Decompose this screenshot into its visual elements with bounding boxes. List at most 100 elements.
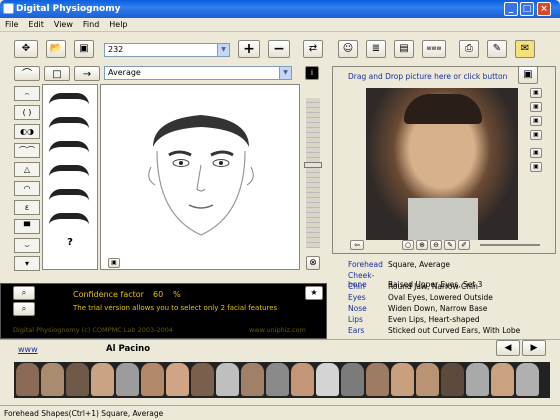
hair-option[interactable] — [49, 213, 89, 225]
beard-feature-button[interactable]: ▾ — [14, 256, 40, 271]
title-bar: Digital Physiognomy — [0, 0, 560, 18]
char-value: Oval Eyes, Lowered Outside — [388, 293, 493, 302]
menu-find[interactable]: Find — [78, 18, 104, 31]
minimize-button[interactable]: _ — [504, 2, 518, 16]
gallery-thumb[interactable] — [366, 363, 389, 396]
tool-icon-6[interactable]: ▣ — [530, 162, 542, 172]
lips-feature-button[interactable]: ◠ — [14, 181, 40, 196]
gallery-thumb[interactable] — [216, 363, 239, 396]
unknown-option[interactable]: ? — [43, 237, 97, 248]
gallery-thumb[interactable] — [116, 363, 139, 396]
remove-button[interactable]: − — [268, 40, 290, 58]
star-icon[interactable]: ★ — [305, 286, 323, 300]
gallery-thumb[interactable] — [466, 363, 489, 396]
face-shape-feature-button[interactable]: ( ) — [14, 105, 40, 120]
face-number-combo[interactable]: 232 ▼ — [104, 43, 230, 57]
zoom-icon[interactable]: ⌕ — [13, 302, 35, 316]
hair-option[interactable] — [49, 93, 89, 105]
menu-view[interactable]: View — [49, 18, 78, 31]
app-icon — [3, 3, 14, 14]
hair-option[interactable] — [49, 189, 89, 201]
pen-icon[interactable]: ✎ — [444, 240, 456, 250]
gallery-thumb[interactable] — [191, 363, 214, 396]
face-icon[interactable]: ☺ — [338, 40, 358, 58]
menu-edit[interactable]: Edit — [23, 18, 49, 31]
tool-icon-1[interactable]: ▣ — [530, 88, 542, 98]
status-bar: Forehead Shapes(Ctrl+1) Square, Average — [0, 405, 560, 420]
tool-icon-3[interactable]: ▣ — [530, 116, 542, 126]
notes-icon[interactable]: ✉ — [515, 40, 535, 58]
zoom-slider[interactable] — [306, 98, 320, 248]
menu-help[interactable]: Help — [104, 18, 132, 31]
gallery-thumb[interactable] — [16, 363, 39, 396]
save-icon[interactable]: ▣ — [74, 40, 94, 58]
close-button[interactable]: × — [537, 2, 551, 16]
note-icon[interactable]: ✎ — [487, 40, 507, 58]
www-link[interactable]: www — [18, 345, 38, 354]
gallery-thumb[interactable] — [166, 363, 189, 396]
print-icon[interactable]: ⎙ — [459, 40, 479, 58]
feature-variant-combo[interactable]: Average ▼ — [104, 66, 292, 80]
gallery-thumb[interactable] — [516, 363, 539, 396]
gallery-thumb[interactable] — [341, 363, 364, 396]
chin-feature-button[interactable]: ⌣ — [14, 238, 40, 253]
web-icon[interactable]: www — [422, 40, 446, 58]
menu-file[interactable]: File — [0, 18, 23, 31]
prev-button[interactable]: ◀ — [496, 340, 520, 356]
hair-option[interactable] — [49, 117, 89, 129]
tool-icon-4[interactable]: ▣ — [530, 130, 542, 140]
gallery-thumb[interactable] — [91, 363, 114, 396]
report-icon[interactable]: ≣ — [366, 40, 386, 58]
marker-icon[interactable]: ✐ — [458, 240, 470, 250]
eyebrow-shape-icon[interactable]: ⌒ — [14, 66, 40, 81]
reset-icon[interactable]: ⊗ — [306, 256, 320, 270]
load-picture-icon[interactable]: ▣ — [518, 66, 538, 84]
chart-icon[interactable]: ▤ — [394, 40, 414, 58]
compare-icon[interactable]: ⇄ — [303, 40, 323, 58]
back-arrow-icon[interactable]: ⇦ — [350, 240, 364, 250]
face-sketch-canvas[interactable] — [100, 84, 300, 270]
hair-option[interactable] — [49, 165, 89, 177]
ears-feature-button[interactable]: ε — [14, 200, 40, 215]
open-folder-icon[interactable]: 📂 — [46, 40, 66, 58]
divider — [0, 339, 560, 340]
gallery-thumb[interactable] — [66, 363, 89, 396]
photo-hair — [404, 94, 482, 124]
search-icon[interactable]: ⌕ — [13, 286, 35, 300]
tool-icon-2[interactable]: ▣ — [530, 102, 542, 112]
arrow-right-icon[interactable]: → — [74, 66, 100, 81]
gallery-thumb[interactable] — [391, 363, 414, 396]
photo-slider[interactable] — [480, 244, 540, 246]
square-shape-icon[interactable]: □ — [44, 66, 70, 81]
gallery-thumb[interactable] — [316, 363, 339, 396]
hair-feature-button[interactable]: ▀ — [14, 219, 40, 234]
eyebrows-feature-button[interactable]: ◐◑ — [14, 124, 40, 139]
info-icon[interactable]: i — [305, 66, 319, 80]
zoom-out-icon[interactable]: ⊖ — [430, 240, 442, 250]
gallery-thumb[interactable] — [141, 363, 164, 396]
tool-icon-5[interactable]: ▣ — [530, 148, 542, 158]
forehead-feature-button[interactable]: ⌢ — [14, 86, 40, 101]
zoom-slider-thumb[interactable] — [304, 162, 322, 168]
gallery-thumb[interactable] — [441, 363, 464, 396]
gallery-thumb[interactable] — [266, 363, 289, 396]
gallery-thumb[interactable] — [241, 363, 264, 396]
nose-feature-button[interactable]: △ — [14, 162, 40, 177]
next-button[interactable]: ▶ — [522, 340, 546, 356]
small-settings-icon[interactable]: ▣ — [108, 258, 120, 268]
gallery-thumb[interactable] — [41, 363, 64, 396]
navigate-icon[interactable]: ✥ — [14, 40, 38, 58]
confidence-label: Confidence factor — [73, 290, 144, 299]
add-button[interactable]: + — [238, 40, 260, 58]
maximize-button[interactable]: □ — [520, 2, 534, 16]
gallery-thumb[interactable] — [416, 363, 439, 396]
hair-option[interactable] — [49, 141, 89, 153]
eyes-feature-button[interactable]: ⌒⌒ — [14, 143, 40, 158]
uploaded-photo[interactable] — [366, 88, 518, 240]
char-row-forehead: Forehead Square, Average — [348, 260, 450, 269]
circle-tool-icon[interactable]: ○ — [402, 240, 414, 250]
gallery-thumb[interactable] — [491, 363, 514, 396]
zoom-in-icon[interactable]: ⊕ — [416, 240, 428, 250]
confidence-value: 60 — [153, 290, 164, 299]
gallery-thumb[interactable] — [291, 363, 314, 396]
